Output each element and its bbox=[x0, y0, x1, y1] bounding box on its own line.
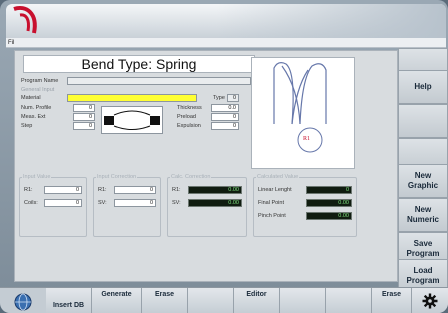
blank-bottom-button-2[interactable] bbox=[280, 288, 326, 313]
thickness-label: Thickness bbox=[177, 105, 202, 111]
input-correction-title: Input Correction bbox=[96, 174, 138, 181]
new-numeric-button[interactable]: New Numeric bbox=[398, 198, 448, 232]
header-decoration bbox=[216, 4, 446, 38]
menu-file[interactable]: Fil bbox=[8, 38, 14, 48]
profile-shape-icon bbox=[104, 110, 160, 130]
calculated-value-title: Calculated Value bbox=[256, 174, 300, 181]
input-value-group: Input Value R1: 0 Coils: 0 bbox=[19, 174, 87, 237]
ic-r1-label: R1: bbox=[98, 187, 107, 193]
material-label: Material bbox=[21, 95, 41, 101]
type-label: Type bbox=[213, 95, 225, 101]
type-field[interactable]: 0 bbox=[227, 94, 239, 102]
final-point-label: Final Point bbox=[258, 200, 284, 206]
linear-length-label: Linear Lenght bbox=[258, 187, 292, 193]
calc-correction-title: Calc. Correction bbox=[170, 174, 212, 181]
right-toolbar: Help New Graphic New Numeric Save Progra… bbox=[398, 48, 448, 293]
globe-button[interactable] bbox=[0, 288, 46, 313]
num-profile-label: Num. Profile bbox=[21, 105, 52, 111]
menu-bar: Fil bbox=[6, 38, 446, 48]
help-button[interactable]: Help bbox=[398, 70, 448, 104]
editor-button[interactable]: Editor bbox=[234, 288, 280, 313]
brand-logo bbox=[13, 6, 37, 34]
input-correction-group: Input Correction R1: 0 SV: 0 bbox=[93, 174, 161, 237]
preload-field[interactable]: 0 bbox=[211, 113, 239, 121]
pinch-point-label: Pinch Point bbox=[258, 213, 286, 219]
expulsion-label: Expulsion bbox=[177, 123, 201, 129]
meas-ext-label: Meas. Ext bbox=[21, 114, 46, 120]
step-field[interactable]: 0 bbox=[73, 122, 95, 130]
bottom-toolbar: Insert DB Generate Erase Editor Erase bbox=[0, 287, 448, 313]
app-window: Fil Bend Type: Spring Program Name Gener… bbox=[0, 0, 448, 313]
blank-bottom-button-1[interactable] bbox=[188, 288, 234, 313]
iv-coils-label: Coils: bbox=[24, 200, 38, 206]
erase-button-1[interactable]: Erase bbox=[142, 288, 188, 313]
ic-sv-field[interactable]: 0 bbox=[114, 199, 156, 207]
new-graphic-button[interactable]: New Graphic bbox=[398, 164, 448, 198]
program-name-label: Program Name bbox=[21, 78, 59, 84]
iv-r1-field[interactable]: 0 bbox=[44, 186, 82, 194]
iv-r1-label: R1: bbox=[24, 187, 33, 193]
cc-sv-label: SV: bbox=[172, 200, 181, 206]
program-name-field[interactable] bbox=[67, 77, 251, 85]
globe-icon bbox=[14, 293, 32, 311]
final-point-readout: 0.00 bbox=[306, 199, 352, 207]
cc-sv-readout: 0.00 bbox=[188, 199, 242, 207]
preload-label: Preload bbox=[177, 114, 196, 120]
ic-r1-field[interactable]: 0 bbox=[114, 186, 156, 194]
ic-sv-label: SV: bbox=[98, 200, 107, 206]
calculated-value-group: Calculated Value Linear Lenght 0 Final P… bbox=[253, 174, 357, 237]
input-value-title: Input Value bbox=[22, 174, 52, 181]
page-title: Bend Type: Spring bbox=[23, 55, 255, 73]
gear-icon bbox=[422, 293, 438, 309]
main-panel: Bend Type: Spring Program Name General I… bbox=[14, 50, 398, 282]
insert-db-button[interactable]: Insert DB bbox=[46, 288, 92, 313]
spring-badge-label: R1 bbox=[303, 136, 311, 142]
iv-coils-field[interactable]: 0 bbox=[44, 199, 82, 207]
profile-diagram bbox=[101, 106, 163, 134]
expulsion-field[interactable]: 0 bbox=[211, 122, 239, 130]
meas-ext-field[interactable]: 0 bbox=[73, 113, 95, 121]
material-field[interactable] bbox=[67, 94, 197, 102]
pinch-point-readout: 0.00 bbox=[306, 212, 352, 220]
thickness-field[interactable]: 0.0 bbox=[211, 104, 239, 112]
cc-r1-label: R1: bbox=[172, 187, 181, 193]
num-profile-field[interactable]: 0 bbox=[73, 104, 95, 112]
general-input-title: General Input bbox=[21, 87, 55, 93]
header-bar bbox=[6, 4, 446, 38]
blank-button-2[interactable] bbox=[398, 104, 448, 138]
erase-button-2[interactable]: Erase bbox=[372, 288, 412, 313]
step-label: Step bbox=[21, 123, 33, 129]
blank-bottom-button-3[interactable] bbox=[326, 288, 372, 313]
linear-length-readout: 0 bbox=[306, 186, 352, 194]
generate-button[interactable]: Generate bbox=[92, 288, 142, 313]
settings-button[interactable] bbox=[412, 288, 448, 313]
cc-r1-readout: 0.00 bbox=[188, 186, 242, 194]
spring-shape-icon bbox=[273, 62, 327, 153]
calc-correction-group: Calc. Correction R1: 0.00 SV: 0.00 bbox=[167, 174, 247, 237]
spring-diagram: R1 bbox=[251, 57, 355, 169]
